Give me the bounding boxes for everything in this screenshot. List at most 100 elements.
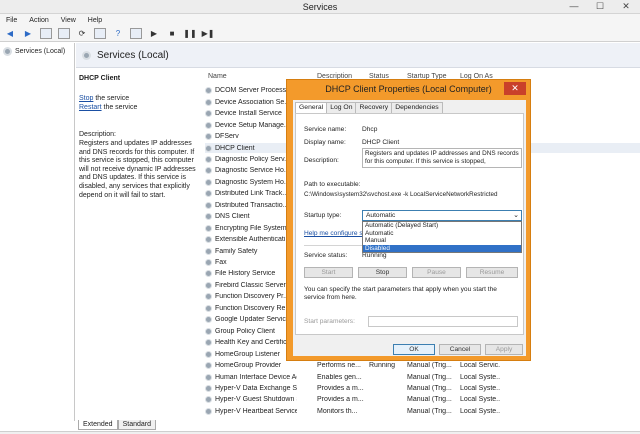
start-button[interactable]: Start <box>304 267 353 278</box>
service-name-cell: Health Key and Certific... <box>215 339 293 347</box>
gear-icon <box>205 121 212 129</box>
minimize-button[interactable]: — <box>564 1 584 12</box>
service-name-cell: DNS Client <box>215 213 250 221</box>
stop-rest-text: the service <box>93 95 130 102</box>
startup-type-select[interactable]: Automatic ⌄ <box>362 210 522 221</box>
close-button[interactable]: ✕ <box>616 1 636 12</box>
service-detail-panel: DHCP Client Stop the service Restart the… <box>76 68 203 418</box>
tab-extended[interactable]: Extended <box>78 420 118 430</box>
gear-icon <box>205 155 212 163</box>
restart-icon[interactable]: ▶❚ <box>202 28 215 39</box>
pause-icon[interactable]: ❚❚ <box>183 28 196 39</box>
menu-help[interactable]: Help <box>88 17 102 24</box>
service-status-value: Running <box>362 252 387 259</box>
service-name-cell: Device Install Service <box>215 110 282 118</box>
gear-icon <box>205 304 212 312</box>
service-name-cell: HomeGroup Listener <box>215 350 280 358</box>
tree-item-services-local[interactable]: Services (Local) <box>3 47 65 56</box>
stop-button[interactable]: Stop <box>358 267 407 278</box>
option-manual[interactable]: Manual <box>363 237 521 245</box>
menu-view[interactable]: View <box>61 17 76 24</box>
gear-icon <box>205 213 212 221</box>
forward-icon[interactable]: ▶ <box>22 28 34 39</box>
maximize-button[interactable]: ☐ <box>590 1 610 12</box>
ok-button[interactable]: OK <box>393 344 435 355</box>
properties-icon[interactable] <box>130 28 142 39</box>
tab-recovery[interactable]: Recovery <box>355 102 393 113</box>
service-name-cell: Encrypting File System... <box>215 224 293 232</box>
service-description-cell: Provides a m... <box>317 384 364 392</box>
dialog-body: General Log On Recovery Dependencies Ser… <box>293 100 526 356</box>
service-title: DHCP Client <box>79 75 121 82</box>
service-name-cell: Human Interface Device Ac... <box>215 373 297 381</box>
service-name-cell: Google Updater Servic... <box>215 316 292 324</box>
gear-icon <box>205 247 212 255</box>
startup-type-value: Automatic <box>366 212 396 219</box>
restart-service-link[interactable]: Restart <box>79 104 102 111</box>
service-name-cell: Device Setup Manage... <box>215 121 290 129</box>
service-description-cell: Performs ne... <box>317 362 361 370</box>
start-params-input[interactable] <box>368 316 518 327</box>
table-row[interactable]: Hyper-V Heartbeat Service Monitors th... M… <box>205 407 640 417</box>
service-status-cell: Running <box>369 362 396 370</box>
table-row[interactable]: Hyper-V Guest Shutdown S... Provides a m.… <box>205 395 640 405</box>
apply-button[interactable]: Apply <box>485 344 523 355</box>
gear-icon <box>205 133 212 141</box>
stop-action: Stop the service <box>79 95 129 102</box>
menu-file[interactable]: File <box>6 17 17 24</box>
service-description-cell: Monitors th... <box>317 407 358 415</box>
option-automatic[interactable]: Automatic <box>363 230 521 238</box>
start-params-label: Start parameters: <box>304 318 355 325</box>
cancel-button[interactable]: Cancel <box>439 344 481 355</box>
service-description-cell: Provides a m... <box>317 396 364 404</box>
help-icon[interactable]: ? <box>112 28 124 39</box>
tab-dependencies[interactable]: Dependencies <box>391 102 443 113</box>
option-disabled[interactable]: Disabled <box>363 244 521 253</box>
gear-icon <box>205 98 212 106</box>
stop-icon[interactable]: ■ <box>166 28 178 39</box>
gear-icon <box>205 339 212 347</box>
start-params-note: You can specify the start parameters tha… <box>304 286 497 301</box>
gear-icon <box>205 167 212 175</box>
properties-dialog: DHCP Client Properties (Local Computer) … <box>286 79 531 361</box>
tab-standard[interactable]: Standard <box>117 420 157 430</box>
log-on-as-cell: Local Syste... <box>460 384 500 392</box>
path-label: Path to executable: <box>304 181 361 188</box>
column-name[interactable]: Name <box>208 73 227 80</box>
service-name-value: Dhcp <box>362 126 378 133</box>
pause-button[interactable]: Pause <box>412 267 461 278</box>
service-status-label: Service status: <box>304 252 348 259</box>
play-icon[interactable]: ▶ <box>148 28 160 39</box>
refresh-icon[interactable]: ⟳ <box>76 28 88 39</box>
gear-icon <box>205 350 212 358</box>
service-name-cell: Function Discovery Re... <box>215 304 292 312</box>
window-title: Services <box>302 2 338 12</box>
description-label: Description: <box>304 157 339 164</box>
show-hide-icon[interactable] <box>58 28 70 39</box>
export-list-icon[interactable] <box>94 28 106 39</box>
gear-icon <box>205 396 212 404</box>
resume-button[interactable]: Resume <box>466 267 518 278</box>
startup-type-cell: Manual (Trig... <box>407 384 452 392</box>
stop-service-link[interactable]: Stop <box>79 95 93 102</box>
service-name-cell: DCOM Server Process... <box>215 87 293 95</box>
view-tabs: Extended Standard <box>78 420 157 431</box>
table-row[interactable]: Human Interface Device Ac... Enables gen.… <box>205 372 640 382</box>
gear-icon <box>205 384 212 392</box>
dialog-close-button[interactable]: ✕ <box>504 82 526 95</box>
startup-type-cell: Manual (Trig... <box>407 396 452 404</box>
menu-action[interactable]: Action <box>29 17 48 24</box>
table-row[interactable]: HomeGroup Provider Performs ne... Running M… <box>205 361 640 371</box>
dialog-tabs: General Log On Recovery Dependencies <box>295 102 443 114</box>
back-icon[interactable]: ◀ <box>4 28 16 39</box>
service-name-cell: Group Policy Client <box>215 327 275 335</box>
log-on-as-cell: Local Servic... <box>460 362 500 370</box>
gear-icon <box>205 293 212 301</box>
tab-log-on[interactable]: Log On <box>326 102 357 113</box>
description-textbox[interactable]: Registers and updates IP addresses and D… <box>362 148 522 168</box>
log-on-as-cell: Local Syste... <box>460 407 500 415</box>
help-configure-link[interactable]: Help me configure s <box>304 230 363 237</box>
option-automatic-delayed[interactable]: Automatic (Delayed Start) <box>363 222 521 230</box>
console-tree-icon[interactable] <box>40 28 52 39</box>
table-row[interactable]: Hyper-V Data Exchange Ser... Provides a m… <box>205 384 640 394</box>
